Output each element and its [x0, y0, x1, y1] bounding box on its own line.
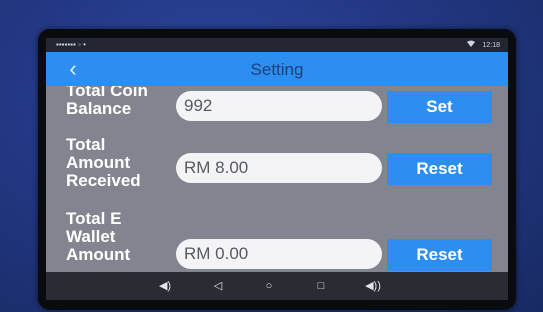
total-coin-balance-field[interactable]: 992	[176, 91, 382, 121]
total-amount-received-label: Total Amount Received	[66, 135, 141, 190]
wifi-icon	[466, 40, 477, 49]
status-right: 12:18	[466, 40, 500, 49]
reset-e-wallet-amount-button[interactable]: Reset	[387, 239, 492, 271]
status-time: 12:18	[482, 42, 500, 49]
device-screen: ▪▪▪▪▪▪▪ ◦ • 12:18 ‹ Setting Total Coin B…	[46, 38, 508, 300]
app-bar: ‹ Setting	[46, 52, 508, 86]
reset-amount-received-button[interactable]: Reset	[387, 153, 492, 185]
set-coin-balance-button[interactable]: Set	[387, 91, 492, 123]
page-title: Setting	[250, 60, 304, 79]
volume-down-icon[interactable]: ◀)	[155, 272, 175, 300]
recents-icon[interactable]: □	[311, 272, 331, 300]
total-coin-balance-label: Total Coin Balance	[66, 86, 148, 118]
settings-content: Total Coin Balance 992 Set Total Amount …	[46, 86, 508, 272]
total-e-wallet-amount-label: Total E Wallet Amount	[66, 209, 131, 264]
total-e-wallet-amount-field[interactable]: RM 0.00	[176, 239, 382, 269]
notification-icons: ▪▪▪▪▪▪▪ ◦ •	[56, 40, 86, 49]
nav-back-icon[interactable]: ◁	[208, 272, 228, 300]
total-amount-received-field[interactable]: RM 8.00	[176, 153, 382, 183]
home-icon[interactable]: ○	[259, 272, 279, 300]
volume-up-icon[interactable]: ◀))	[363, 272, 383, 300]
status-bar: ▪▪▪▪▪▪▪ ◦ • 12:18	[46, 38, 508, 52]
navigation-bar: ◀) ◁ ○ □ ◀))	[46, 272, 508, 300]
